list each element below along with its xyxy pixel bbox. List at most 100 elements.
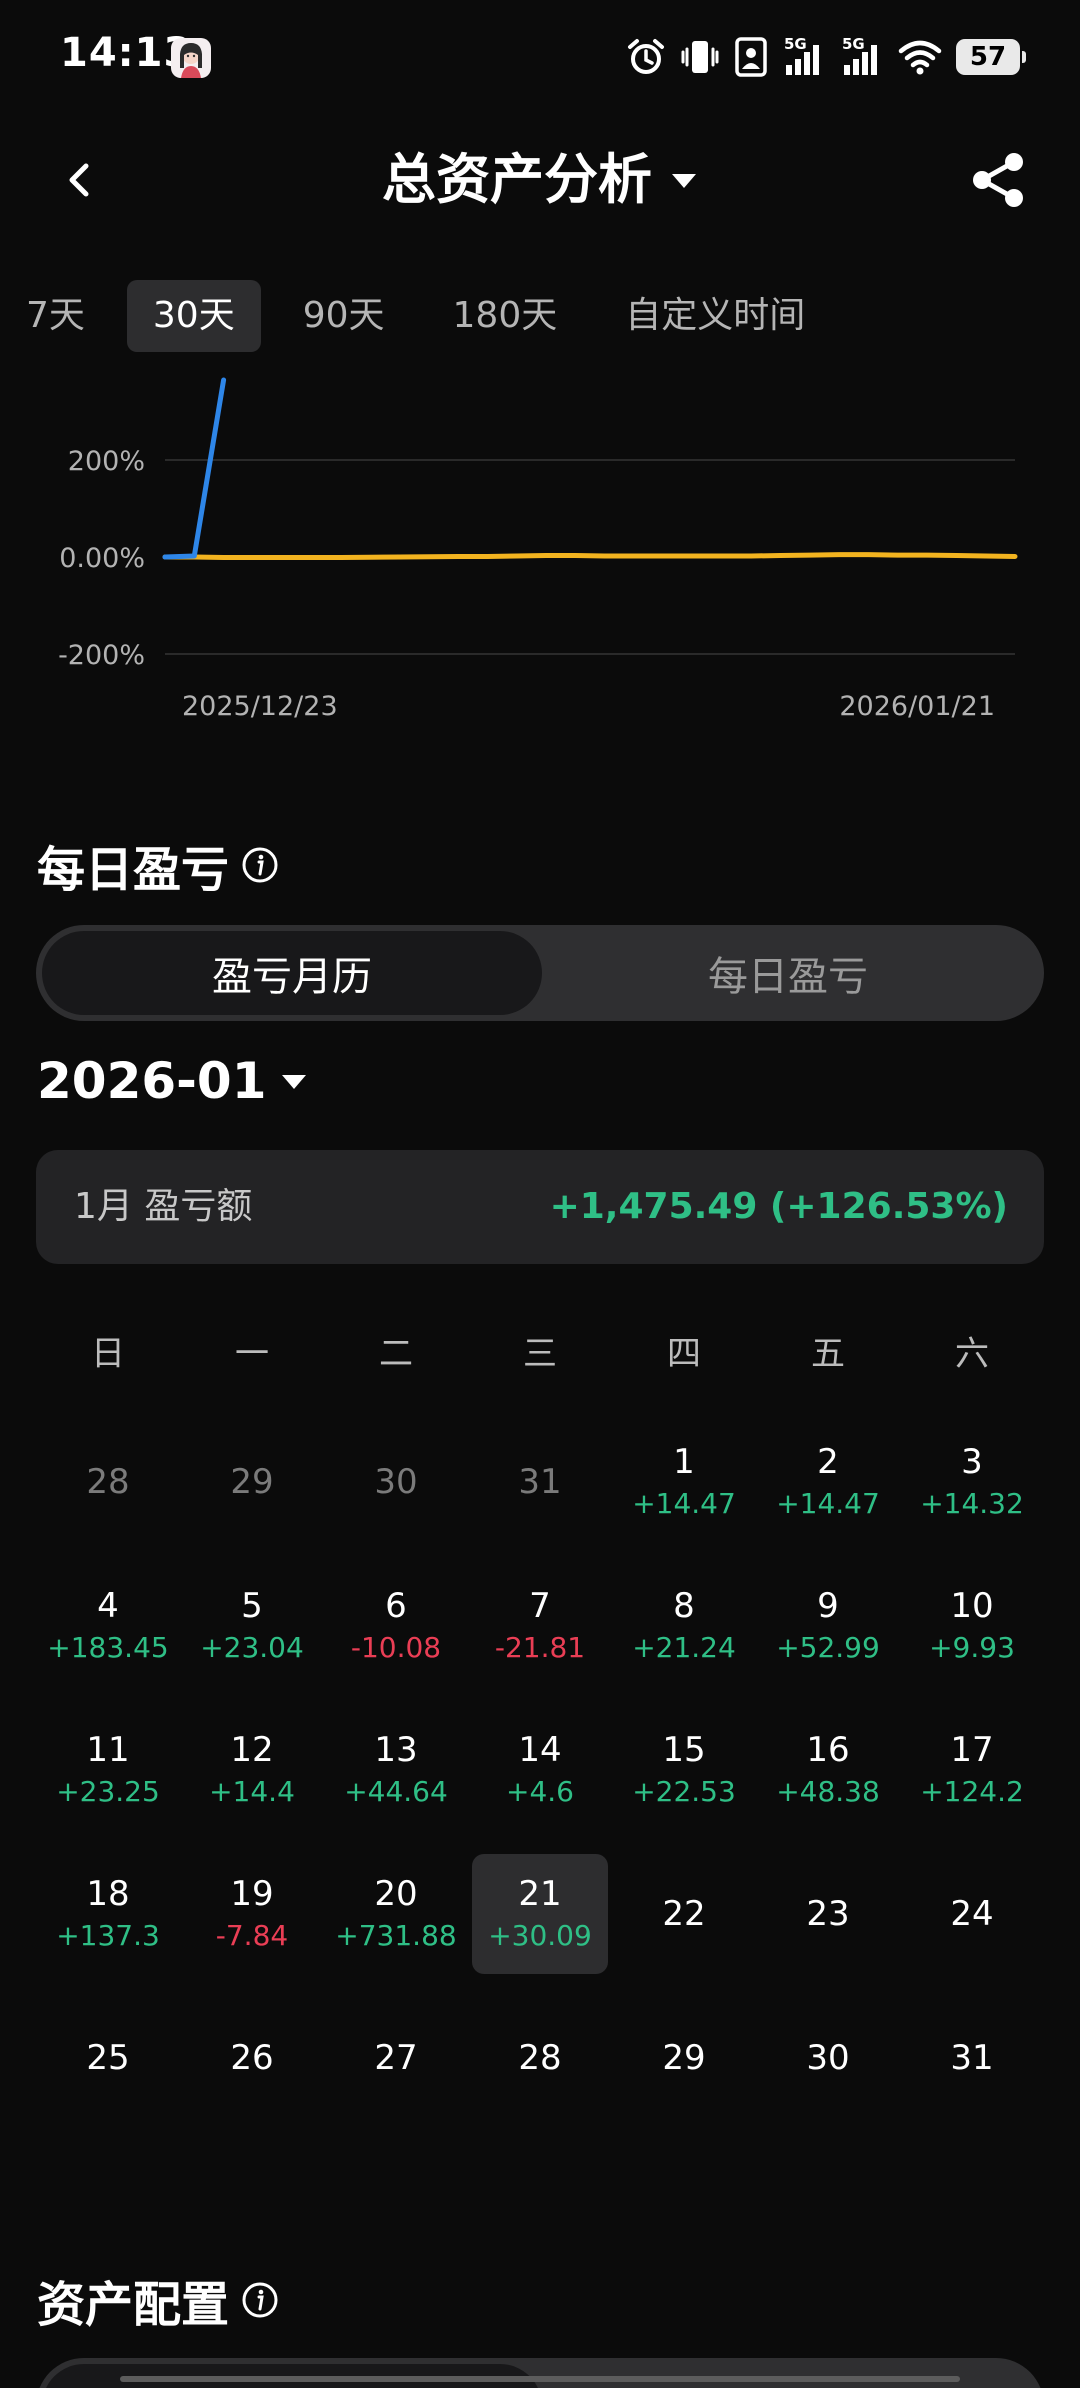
calendar-day[interactable]: 7 -21.81 — [472, 1566, 608, 1686]
calendar-day-number: 7 — [529, 1586, 551, 1626]
calendar-day-number: 9 — [817, 1586, 839, 1626]
asset-chart[interactable]: 200% 0.00% -200% 2025/12/23 2026/01/21 — [0, 360, 1080, 740]
weekday-label: 二 — [379, 1333, 413, 1374]
calendar-day-pnl: +21.24 — [632, 1631, 736, 1664]
dropdown-caret-icon — [281, 1075, 306, 1089]
calendar-day-number: 22 — [662, 1894, 706, 1934]
calendar-day[interactable]: 17 +124.2 — [904, 1710, 1040, 1830]
calendar-day[interactable]: 2 +14.47 — [760, 1422, 896, 1542]
calendar-day-pnl: -7.84 — [215, 1919, 289, 1952]
calendar-day[interactable]: 20 +731.88 — [328, 1854, 464, 1974]
calendar-day[interactable]: 26 — [184, 1998, 320, 2118]
pnl-view-segment: 盈亏月历 每日盈亏 — [36, 925, 1044, 1021]
calendar-day[interactable]: 1 +14.47 — [616, 1422, 752, 1542]
calendar-day-number: 31 — [518, 1462, 562, 1502]
calendar-day-number: 28 — [518, 2038, 562, 2078]
calendar-day[interactable]: 13 +44.64 — [328, 1710, 464, 1830]
calendar-day-number: 27 — [374, 2038, 418, 2078]
range-tabs: 7天 30天 90天 180天 自定义时间 — [26, 280, 847, 352]
calendar-day[interactable]: 27 — [328, 1998, 464, 2118]
calendar-day[interactable]: 5 +23.04 — [184, 1566, 320, 1686]
calendar-day-number: 8 — [673, 1586, 695, 1626]
calendar-day-pnl: +14.4 — [209, 1775, 295, 1808]
calendar-day[interactable]: 18 +137.3 — [40, 1854, 176, 1974]
calendar-day[interactable]: 16 +48.38 — [760, 1710, 896, 1830]
calendar-day-pnl: +48.38 — [776, 1775, 880, 1808]
calendar-day-pnl: +124.2 — [920, 1775, 1024, 1808]
segment-daily-pnl[interactable]: 每日盈亏 — [538, 931, 1038, 1015]
share-button[interactable] — [966, 148, 1030, 212]
calendar-day-pnl: +14.32 — [920, 1487, 1024, 1520]
month-summary-value: +1,475.49 (+126.53%) — [549, 1186, 1008, 1227]
calendar-day-pnl: +4.6 — [506, 1775, 574, 1808]
weekday-label: 五 — [811, 1333, 845, 1374]
calendar-day[interactable]: 30 — [760, 1998, 896, 2118]
calendar-day[interactable]: 12 +14.4 — [184, 1710, 320, 1830]
calendar-day[interactable]: 9 +52.99 — [760, 1566, 896, 1686]
calendar-day[interactable]: 15 +22.53 — [616, 1710, 752, 1830]
calendar-day-pnl: +23.25 — [56, 1775, 160, 1808]
calendar-day[interactable]: 25 — [40, 1998, 176, 2118]
calendar-day-number: 13 — [374, 1730, 418, 1770]
segment-pnl-calendar[interactable]: 盈亏月历 — [42, 931, 542, 1015]
wifi-icon — [898, 37, 942, 77]
header: 总资产分析 — [0, 140, 1080, 220]
weekday-label: 日 — [91, 1333, 125, 1374]
page-title-dropdown[interactable]: 总资产分析 — [382, 140, 698, 220]
pnl-calendar: 日一二三四五六 28 29 30 31 1 +14.47 2 +14.47 3 +14.32 4 +1… — [36, 1290, 1044, 2130]
calendar-day-pnl: +183.45 — [47, 1631, 169, 1664]
calendar-day[interactable]: 22 — [616, 1854, 752, 1974]
calendar-day[interactable]: 29 — [616, 1998, 752, 2118]
calendar-day-number: 31 — [950, 2038, 994, 2078]
weekday-label: 三 — [523, 1333, 557, 1374]
calendar-day-number: 14 — [518, 1730, 562, 1770]
chart-series-line — [162, 552, 1018, 560]
calendar-day-number: 1 — [673, 1442, 695, 1482]
calendar-day-pnl: +52.99 — [776, 1631, 880, 1664]
signal-icon: 5G — [782, 35, 826, 77]
month-picker[interactable]: 2026-01 — [37, 1052, 307, 1110]
calendar-day[interactable]: 24 — [904, 1854, 1040, 1974]
calendar-day-pnl: +44.64 — [344, 1775, 448, 1808]
calendar-day[interactable]: 31 — [904, 1998, 1040, 2118]
calendar-day-today[interactable]: 21 +30.09 — [472, 1854, 608, 1974]
calendar-day[interactable]: 14 +4.6 — [472, 1710, 608, 1830]
calendar-day-number: 15 — [662, 1730, 706, 1770]
tab-custom-time[interactable]: 自定义时间 — [599, 280, 831, 352]
tab-90d[interactable]: 90天 — [277, 280, 411, 352]
calendar-day[interactable]: 4 +183.45 — [40, 1566, 176, 1686]
calendar-day[interactable]: 11 +23.25 — [40, 1710, 176, 1830]
calendar-day-number: 20 — [374, 1874, 418, 1914]
chart-series-line — [162, 377, 227, 560]
calendar-day-number: 26 — [230, 2038, 274, 2078]
asset-allocation-segment[interactable] — [36, 2358, 1044, 2388]
battery-level: 57 — [969, 42, 1007, 72]
calendar-day[interactable]: 8 +21.24 — [616, 1566, 752, 1686]
weekday-label: 一 — [235, 1333, 269, 1374]
info-icon[interactable] — [241, 846, 279, 884]
calendar-day-pnl: -10.08 — [350, 1631, 442, 1664]
weekday-label: 四 — [667, 1333, 701, 1374]
calendar-day-number: 23 — [806, 1894, 850, 1934]
calendar-day-number: 10 — [950, 1586, 994, 1626]
calendar-day[interactable]: 28 — [472, 1998, 608, 2118]
calendar-day[interactable]: 3 +14.32 — [904, 1422, 1040, 1542]
calendar-day: 30 — [328, 1422, 464, 1542]
calendar-day-pnl: +14.47 — [776, 1487, 880, 1520]
alarm-icon — [626, 37, 666, 77]
daily-pnl-title: 每日盈亏 — [37, 842, 230, 898]
calendar-grid: 28 29 30 31 1 +14.47 2 +14.47 3 +14.32 4 +183.45 5 +2… — [36, 1410, 1044, 2130]
calendar-day[interactable]: 23 — [760, 1854, 896, 1974]
calendar-day[interactable]: 6 -10.08 — [328, 1566, 464, 1686]
info-icon[interactable] — [241, 2281, 279, 2319]
tab-30d[interactable]: 30天 — [126, 280, 261, 352]
tab-7d[interactable]: 7天 — [0, 280, 111, 352]
tab-180d[interactable]: 180天 — [427, 280, 584, 352]
asset-chart-svg: 200% 0.00% -200% 2025/12/23 2026/01/21 — [58, 377, 1018, 722]
calendar-day[interactable]: 19 -7.84 — [184, 1854, 320, 1974]
battery-icon: 57 — [956, 39, 1026, 75]
calendar-day-number: 29 — [230, 1462, 274, 1502]
chart-x-tick-label: 2025/12/23 — [182, 691, 338, 722]
calendar-day-number: 25 — [86, 2038, 130, 2078]
calendar-day[interactable]: 10 +9.93 — [904, 1566, 1040, 1686]
